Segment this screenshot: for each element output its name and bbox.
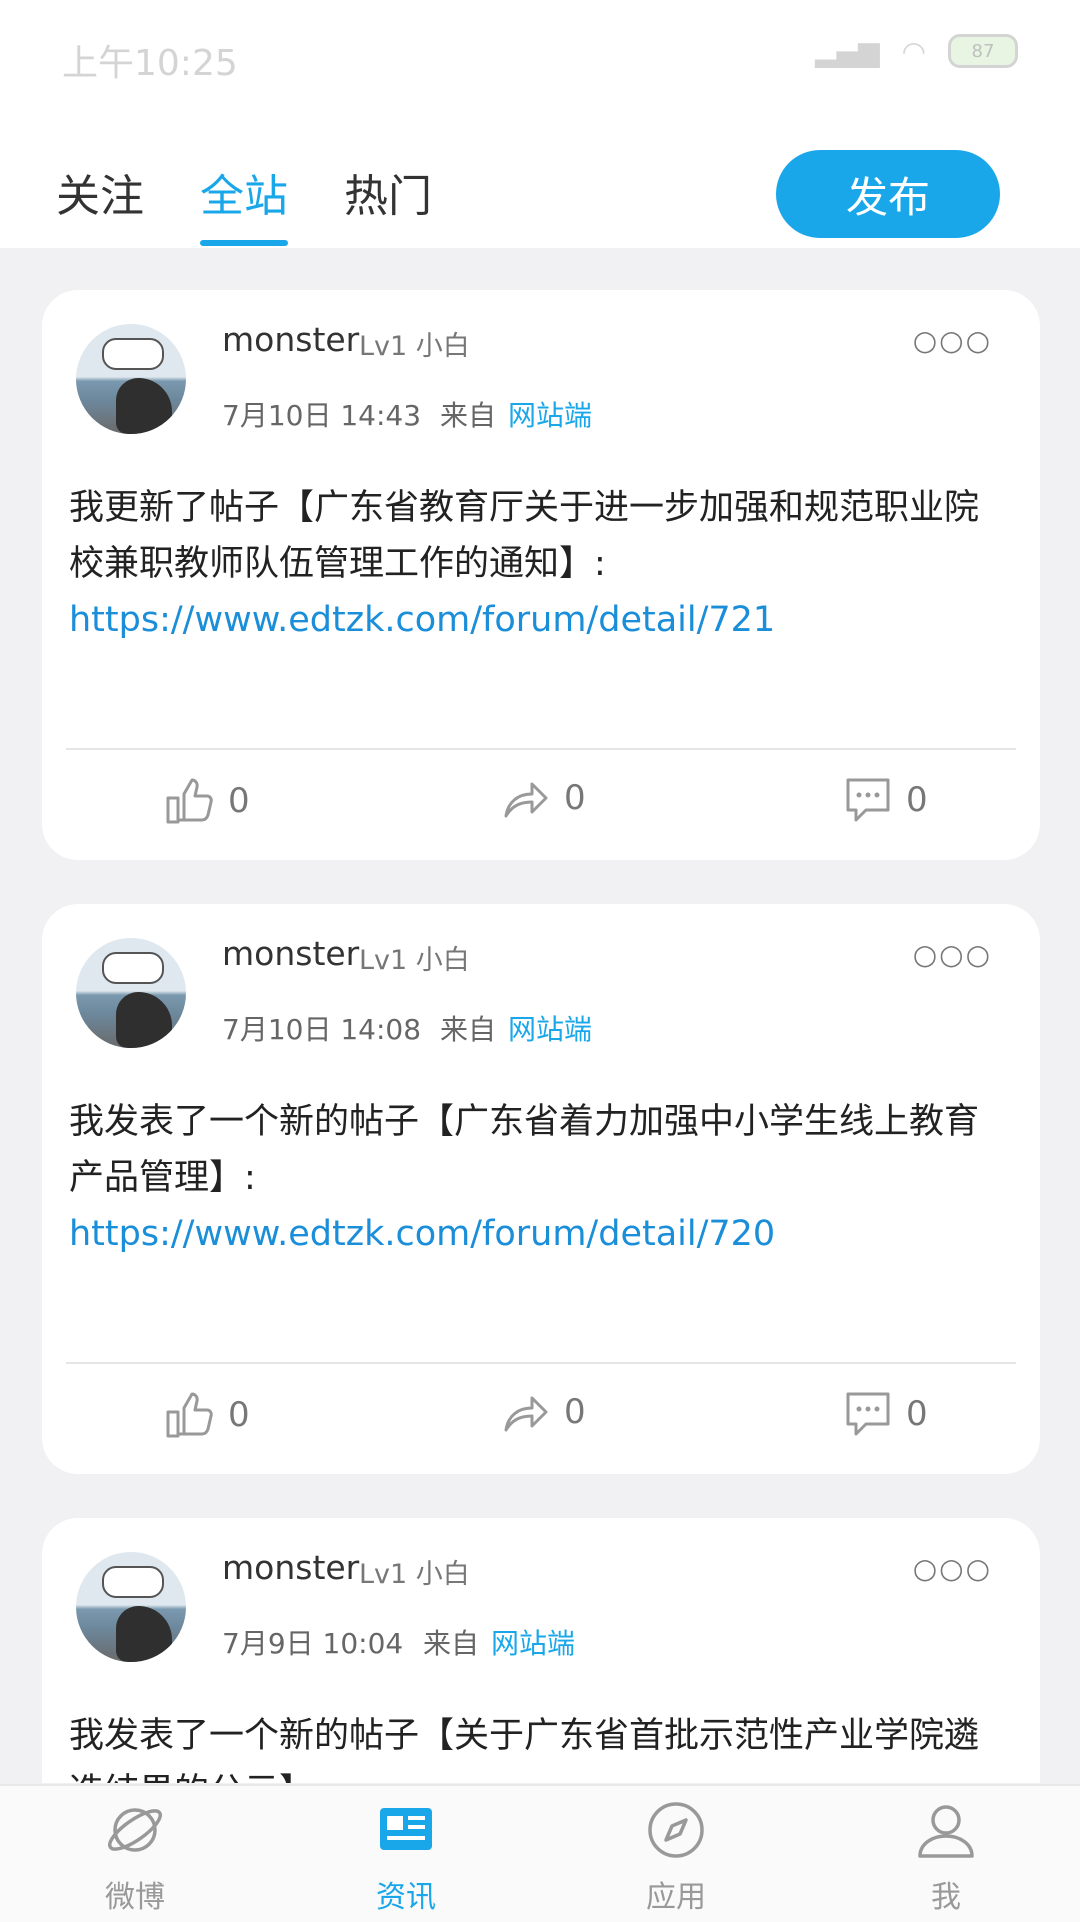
comment-icon: [846, 778, 890, 822]
nav-me[interactable]: 我: [866, 1798, 1026, 1916]
post-username[interactable]: monster: [222, 320, 359, 359]
post-text: 我更新了帖子【广东省教育厅关于进一步加强和规范职业院校兼职教师队伍管理工作的通知…: [69, 488, 980, 584]
post-username[interactable]: monster: [222, 1548, 359, 1587]
more-options-icon[interactable]: ○○○: [913, 1552, 992, 1585]
post-link[interactable]: https://www.edtzk.com/forum/detail/721: [69, 592, 999, 648]
status-time: 上午10:25: [62, 43, 238, 84]
source-label: 来自: [440, 1013, 497, 1046]
post-date: 7月10日 14:43: [222, 399, 422, 432]
wifi-icon: ◠: [901, 34, 926, 68]
status-icons: ▂▄▆ ◠ 87: [815, 34, 1018, 68]
more-options-icon[interactable]: ○○○: [913, 938, 992, 971]
avatar[interactable]: [76, 938, 186, 1048]
post-card[interactable]: monster Lv1 小白 ○○○ 7月9日 10:04 来自 网站端 我发表…: [42, 1518, 1040, 1783]
status-bar: 上午10:25 ▂▄▆ ◠ 87: [0, 0, 1080, 110]
tab-all-site[interactable]: 全站: [200, 160, 288, 224]
user-icon: [918, 1805, 974, 1858]
share-button[interactable]: 0: [502, 776, 586, 820]
share-count: 0: [564, 1392, 586, 1432]
like-button[interactable]: 0: [164, 1390, 250, 1440]
like-button[interactable]: 0: [164, 776, 250, 826]
post-feed[interactable]: monster Lv1 小白 ○○○ 7月10日 14:43 来自 网站端 我更…: [0, 248, 1080, 1783]
post-actions: 0 0 0: [42, 1374, 1040, 1454]
comment-button[interactable]: 0: [844, 776, 928, 824]
post-content[interactable]: 我更新了帖子【广东省教育厅关于进一步加强和规范职业院校兼职教师队伍管理工作的通知…: [69, 480, 999, 648]
post-content[interactable]: 我发表了一个新的帖子【关于广东省首批示范性产业学院遴选结果的公示】: [69, 1708, 999, 1783]
post-card[interactable]: monster Lv1 小白 ○○○ 7月10日 14:43 来自 网站端 我更…: [42, 290, 1040, 860]
post-text: 我发表了一个新的帖子【广东省着力加强中小学生线上教育产品管理】:: [69, 1102, 980, 1198]
nav-news[interactable]: 资讯: [326, 1798, 486, 1916]
top-tab-bar: 关注 全站 热门 发布: [0, 110, 1080, 248]
card-divider: [66, 1362, 1016, 1364]
nav-label: 我: [931, 1880, 961, 1915]
post-content[interactable]: 我发表了一个新的帖子【广东省着力加强中小学生线上教育产品管理】: https:/…: [69, 1094, 999, 1262]
nav-label: 应用: [646, 1880, 706, 1915]
comment-button[interactable]: 0: [844, 1390, 928, 1438]
avatar[interactable]: [76, 1552, 186, 1662]
comment-count: 0: [906, 1394, 928, 1434]
battery-level: 87: [971, 40, 995, 62]
user-level-badge: Lv1 小白: [359, 945, 470, 976]
post-date: 7月9日 10:04: [222, 1627, 404, 1660]
post-date: 7月10日 14:08: [222, 1013, 422, 1046]
comment-count: 0: [906, 780, 928, 820]
nav-weibo[interactable]: 微博: [55, 1798, 215, 1916]
comment-icon: [846, 1392, 890, 1436]
thumbs-up-icon: [166, 778, 213, 824]
post-actions: 0 0 0: [42, 760, 1040, 840]
card-divider: [66, 748, 1016, 750]
news-icon: [380, 1808, 432, 1850]
active-tab-indicator: [200, 240, 288, 246]
avatar[interactable]: [76, 324, 186, 434]
source-label: 来自: [423, 1627, 480, 1660]
post-source[interactable]: 网站端: [491, 1622, 575, 1662]
thumbs-up-icon: [166, 1392, 213, 1438]
nav-apps[interactable]: 应用: [596, 1798, 756, 1916]
like-count: 0: [228, 1395, 250, 1435]
share-count: 0: [564, 778, 586, 818]
source-label: 来自: [440, 399, 497, 432]
like-count: 0: [228, 781, 250, 821]
planet-icon: [108, 1808, 162, 1852]
compass-icon: [648, 1802, 704, 1858]
tab-follow[interactable]: 关注: [56, 160, 144, 224]
post-text: 我发表了一个新的帖子【关于广东省首批示范性产业学院遴选结果的公示】: [69, 1716, 980, 1783]
post-card[interactable]: monster Lv1 小白 ○○○ 7月10日 14:08 来自 网站端 我发…: [42, 904, 1040, 1474]
share-button[interactable]: 0: [502, 1390, 586, 1434]
more-options-icon[interactable]: ○○○: [913, 324, 992, 357]
user-level-badge: Lv1 小白: [359, 1559, 470, 1590]
battery-icon: 87: [948, 34, 1018, 68]
post-source[interactable]: 网站端: [508, 1008, 592, 1048]
share-icon: [504, 782, 548, 818]
post-link[interactable]: https://www.edtzk.com/forum/detail/720: [69, 1206, 999, 1262]
bottom-nav: 微博 资讯 应用 我: [0, 1784, 1080, 1922]
user-level-badge: Lv1 小白: [359, 331, 470, 362]
nav-label: 资讯: [376, 1880, 436, 1915]
nav-label: 微博: [105, 1880, 165, 1915]
post-source[interactable]: 网站端: [508, 394, 592, 434]
publish-button[interactable]: 发布: [776, 150, 1000, 238]
tab-hot[interactable]: 热门: [344, 160, 432, 224]
signal-icon: ▂▄▆: [814, 34, 880, 68]
post-username[interactable]: monster: [222, 934, 359, 973]
share-icon: [504, 1396, 548, 1432]
